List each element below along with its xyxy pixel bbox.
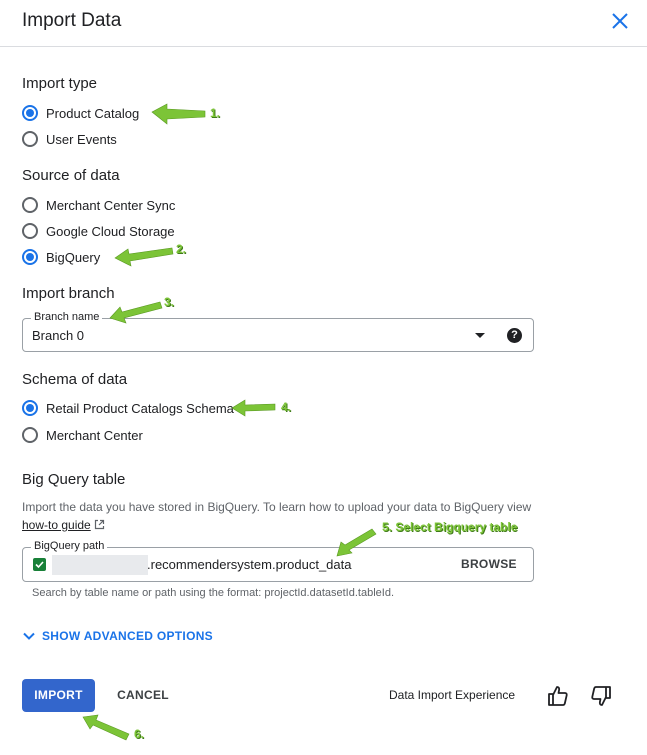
radio-product-catalog[interactable]: Product Catalog: [22, 103, 139, 123]
feedback-label: Data Import Experience: [389, 688, 516, 702]
thumbs-up-button[interactable]: [546, 684, 570, 708]
radio-label: Google Cloud Storage: [46, 223, 175, 239]
radio-button-checked[interactable]: [22, 105, 38, 121]
import-type-title: Import type: [22, 75, 98, 92]
radio-google-cloud-storage[interactable]: Google Cloud Storage: [22, 221, 175, 241]
dialog-header: Import Data: [0, 0, 647, 47]
radio-button[interactable]: [22, 131, 38, 147]
import-data-dialog: Import Data Import type Product Catalog …: [0, 0, 647, 755]
check-icon: [33, 558, 46, 571]
bq-table-title: Big Query table: [22, 471, 126, 488]
radio-retail-schema[interactable]: Retail Product Catalogs Schema: [22, 398, 234, 418]
radio-button-checked[interactable]: [22, 400, 38, 416]
radio-label: Merchant Center Sync: [46, 197, 176, 213]
branch-value: Branch 0: [32, 328, 85, 343]
close-icon: [612, 13, 628, 29]
bigquery-path-field[interactable]: BigQuery path .recommendersystem.product…: [22, 540, 534, 582]
radio-button[interactable]: [22, 427, 38, 443]
thumbs-down-button[interactable]: [589, 684, 613, 708]
radio-button[interactable]: [22, 197, 38, 213]
radio-label: Product Catalog: [46, 105, 140, 121]
schema-title: Schema of data: [22, 371, 128, 388]
bq-path-hint: Search by table name or path using the f…: [32, 587, 394, 599]
radio-user-events[interactable]: User Events: [22, 129, 117, 149]
show-advanced-options-button[interactable]: SHOW ADVANCED OPTIONS: [22, 629, 213, 643]
thumbs-up-icon: [548, 686, 568, 706]
branch-field-label: Branch name: [31, 311, 103, 323]
cancel-button[interactable]: CANCEL: [108, 679, 178, 712]
bq-description: Import the data you have stored in BigQu…: [22, 498, 562, 534]
external-link-icon[interactable]: [94, 519, 105, 530]
how-to-guide-link[interactable]: how-to guide: [22, 518, 91, 532]
bq-path-value: .recommendersystem.product_data: [147, 557, 352, 572]
dropdown-arrow-icon[interactable]: [475, 333, 485, 338]
browse-button[interactable]: BROWSE: [461, 557, 517, 571]
close-button[interactable]: [608, 9, 632, 33]
redacted-project-id: [52, 555, 148, 575]
radio-merchant-center[interactable]: Merchant Center: [22, 425, 143, 445]
import-branch-title: Import branch: [22, 285, 115, 302]
branch-select[interactable]: Branch name Branch 0 ?: [22, 311, 534, 352]
dialog-title: Import Data: [22, 10, 122, 31]
bq-description-text: Import the data you have stored in BigQu…: [22, 500, 532, 514]
help-icon[interactable]: ?: [507, 328, 522, 343]
bq-field-label: BigQuery path: [31, 540, 108, 552]
source-title: Source of data: [22, 167, 120, 184]
radio-button-checked[interactable]: [22, 249, 38, 265]
radio-merchant-center-sync[interactable]: Merchant Center Sync: [22, 195, 175, 215]
import-button[interactable]: IMPORT: [22, 679, 95, 712]
thumbs-down-icon: [591, 686, 611, 706]
radio-label: User Events: [46, 131, 117, 147]
chevron-down-icon: [23, 632, 35, 640]
advanced-options-label: SHOW ADVANCED OPTIONS: [42, 629, 213, 643]
radio-label: BigQuery: [46, 249, 101, 265]
radio-label: Retail Product Catalogs Schema: [46, 400, 234, 416]
radio-label: Merchant Center: [46, 427, 143, 443]
radio-button[interactable]: [22, 223, 38, 239]
radio-bigquery[interactable]: BigQuery: [22, 247, 100, 267]
